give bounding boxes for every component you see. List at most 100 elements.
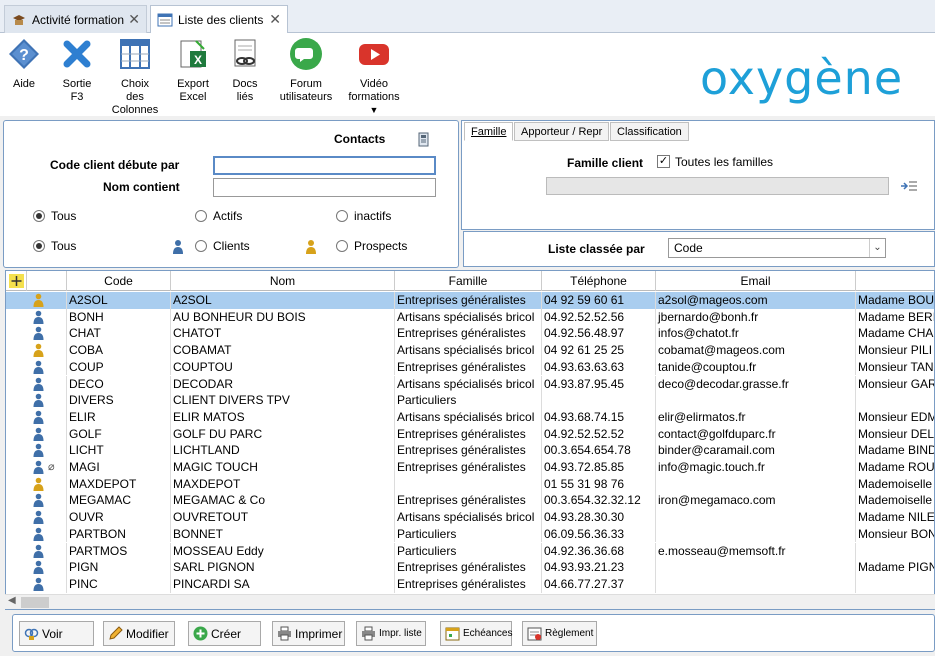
radio-label: Tous <box>51 239 77 253</box>
plus-icon <box>193 626 208 641</box>
impr-liste-button[interactable]: Impr. liste <box>356 621 426 646</box>
header-famille[interactable]: Famille <box>395 271 542 291</box>
sort-select[interactable]: Code ⌄ <box>668 238 886 258</box>
add-column-icon[interactable] <box>6 271 27 291</box>
table-row[interactable]: COUP COUPTOU Entreprises généralistes 04.93… <box>6 358 934 376</box>
close-icon[interactable]: ✕ <box>128 11 140 28</box>
type-tous-radio[interactable]: Tous <box>33 239 76 253</box>
imprimer-button[interactable]: Imprimer <box>272 621 345 646</box>
status-inactifs-radio[interactable]: inactifs <box>336 209 391 223</box>
table-row[interactable]: MEGAMAC MEGAMAC & Co Entreprises généralis… <box>6 492 934 510</box>
table-row[interactable]: A2SOL A2SOL Entreprises généralistes 04 92 … <box>6 292 934 309</box>
table-row[interactable]: COBA COBAMAT Artisans spécialisés bricol 04… <box>6 342 934 359</box>
prospect-person-icon <box>306 240 316 254</box>
chevron-down-icon[interactable]: ⌄ <box>869 239 885 257</box>
phone-book-icon[interactable] <box>418 132 429 147</box>
cell-famille: Artisans spécialisés bricol <box>395 509 542 526</box>
sortie-button[interactable]: Sortie F3 <box>58 37 96 104</box>
table-row[interactable]: ⌀ MAGI MAGIC TOUCH Entreprises généralistes… <box>6 459 934 476</box>
contacts-label: Contacts <box>334 132 386 146</box>
table-row[interactable]: PIGN SARL PIGNON Entreprises généralistes 0… <box>6 559 934 576</box>
code-client-input[interactable] <box>213 156 436 175</box>
scroll-left-icon[interactable]: ◀ <box>8 595 16 606</box>
tab-classification[interactable]: Classification <box>610 122 689 141</box>
forum-utilisateurs-button[interactable]: Forum utilisateurs <box>278 37 334 104</box>
row-icons-cell <box>6 342 67 359</box>
table-row[interactable]: MAXDEPOT MAXDEPOT 01 55 31 98 76 Mademoisel… <box>6 475 934 493</box>
cell-famille: Artisans spécialisés bricol <box>395 342 542 359</box>
radio-dot <box>336 210 348 222</box>
table-row[interactable]: ELIR ELIR MATOS Artisans spécialisés brico… <box>6 408 934 426</box>
table-row[interactable]: GOLF GOLF DU PARC Entreprises généralistes… <box>6 425 934 443</box>
table-row[interactable]: DECO DECODAR Artisans spécialisés bricol 04… <box>6 375 934 393</box>
modifier-button[interactable]: Modifier <box>103 621 175 646</box>
header-email[interactable]: Email <box>656 271 856 291</box>
video-label-1: Vidéo <box>360 78 388 90</box>
tab-apporteur[interactable]: Apporteur / Repr <box>514 122 610 141</box>
cell-famille: Entreprises généralistes <box>395 459 542 476</box>
table-row[interactable]: PARTMOS MOSSEAU Eddy Particuliers 04.92.36.… <box>6 542 934 560</box>
tab-activite-formation[interactable]: Activité formation ✕ <box>4 5 147 33</box>
header-contact[interactable] <box>856 271 934 291</box>
export-excel-button[interactable]: X Export Excel <box>173 37 213 104</box>
status-actifs-radio[interactable]: Actifs <box>195 209 242 223</box>
radio-label: Clients <box>213 239 250 253</box>
table-row[interactable]: OUVR OUVRETOUT Artisans spécialisés bricol… <box>6 509 934 526</box>
cell-code: MAXDEPOT <box>67 475 171 493</box>
impr-liste-label: Impr. liste <box>379 628 422 639</box>
table-row[interactable]: BONH AU BONHEUR DU BOIS Artisans spécialis… <box>6 308 934 326</box>
video-formations-button[interactable]: Vidéo formations ▼ <box>346 37 402 117</box>
cell-email: iron@megamaco.com <box>656 492 856 510</box>
cell-email: deco@decodar.grasse.fr <box>656 375 856 393</box>
cell-email: binder@caramail.com <box>656 442 856 459</box>
docs-lies-button[interactable]: Docs liés <box>227 37 263 104</box>
aide-button[interactable]: ? Aide <box>6 37 42 91</box>
select-list-icon[interactable] <box>900 179 918 193</box>
header-telephone[interactable]: Téléphone <box>542 271 656 291</box>
table-row[interactable]: DIVERS CLIENT DIVERS TPV Particuliers <box>6 392 934 409</box>
cell-email <box>656 559 856 576</box>
scroll-thumb[interactable] <box>21 597 49 608</box>
toutes-familles-checkbox[interactable]: ✓ <box>657 155 670 168</box>
cell-contact: Mademoiselle <box>856 476 934 493</box>
row-icons-cell <box>6 358 67 376</box>
row-icons-cell <box>6 408 67 426</box>
horizontal-scrollbar[interactable]: ◀ <box>5 594 935 609</box>
creer-button[interactable]: Créer <box>188 621 261 646</box>
cell-email: contact@golfduparc.fr <box>656 425 856 443</box>
close-icon[interactable]: ✕ <box>269 11 281 28</box>
voir-button[interactable]: Voir <box>19 621 94 646</box>
cell-tel: 06.09.56.36.33 <box>542 525 656 543</box>
table-row[interactable]: PARTBON BONNET Particuliers 06.09.56.36.33 M… <box>6 525 934 543</box>
table-row[interactable]: PINC PINCARDI SA Entreprises généralistes 0… <box>6 575 934 593</box>
cell-email: e.mosseau@memsoft.fr <box>656 542 856 560</box>
reglement-button[interactable]: Règlement <box>522 621 597 646</box>
toutes-familles-label: Toutes les familles <box>675 155 774 169</box>
colonnes-label-2: des <box>126 91 144 103</box>
cell-nom: LICHTLAND <box>171 442 395 459</box>
type-clients-radio[interactable]: Clients <box>195 239 250 253</box>
cell-tel: 04.93.63.63.63 <box>542 358 656 376</box>
table-row[interactable]: LICHT LICHTLAND Entreprises généralistes 00… <box>6 442 934 459</box>
radio-label: inactifs <box>354 209 392 223</box>
choix-colonnes-button[interactable]: Choix des Colonnes <box>110 37 160 117</box>
chevron-down-icon[interactable]: ▼ <box>346 104 402 117</box>
sortie-shortcut: F3 <box>70 91 84 103</box>
cell-famille: Entreprises généralistes <box>395 358 542 376</box>
header-nom[interactable]: Nom <box>171 271 395 291</box>
echeances-button[interactable]: Echéances <box>440 621 512 646</box>
type-prospects-radio[interactable]: Prospects <box>336 239 407 253</box>
cell-tel <box>542 392 656 409</box>
cell-email: info@magic.touch.fr <box>656 459 856 476</box>
cell-tel: 04.93.93.21.23 <box>542 559 656 576</box>
client-person-icon <box>173 240 183 254</box>
cell-famille: Entreprises généralistes <box>395 325 542 343</box>
nom-contient-input[interactable] <box>213 178 436 197</box>
header-code[interactable]: Code <box>67 271 171 291</box>
status-tous-radio[interactable]: Tous <box>33 209 76 223</box>
tab-liste-clients[interactable]: Liste des clients ✕ <box>150 5 288 34</box>
table-row[interactable]: CHAT CHATOT Entreprises généralistes 04.92.… <box>6 325 934 343</box>
row-icons-cell <box>6 459 67 476</box>
tab-famille[interactable]: Famille <box>464 122 514 141</box>
famille-value-field[interactable] <box>546 177 889 195</box>
